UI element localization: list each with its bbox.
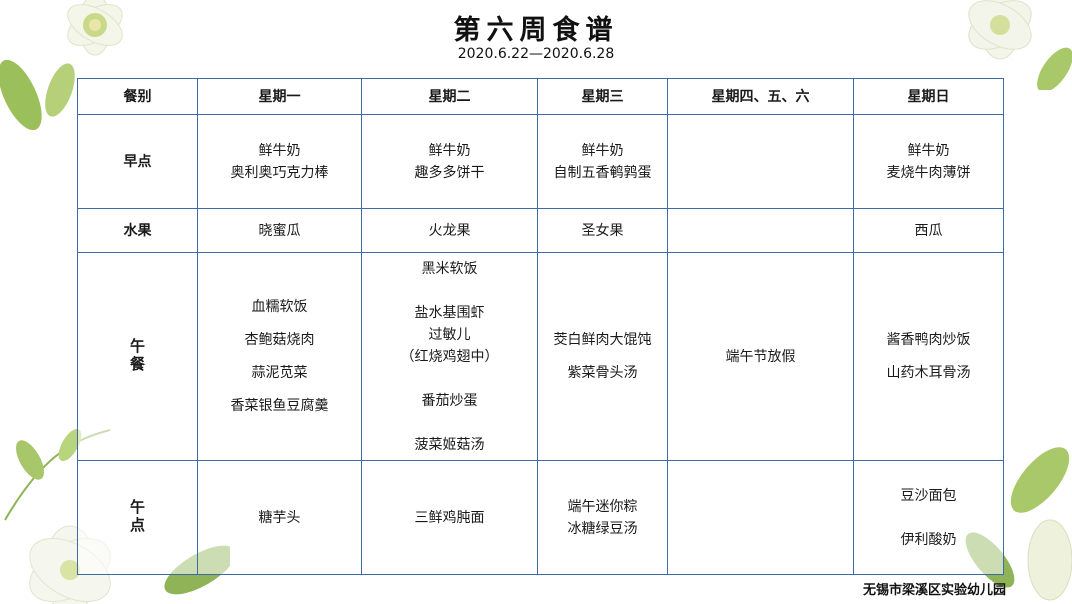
header-thu-fri-sat: 星期四、五、六 — [667, 78, 854, 115]
cell-thu-fri-sat — [667, 460, 854, 575]
meal-label: 水果 — [77, 208, 198, 253]
menu-item: 圣女果 — [581, 222, 624, 239]
page-title: 第六周食谱 — [453, 15, 619, 46]
menu-item: 奥利奥巧克力棒 — [230, 164, 329, 181]
cell-tuesday: 三鲜鸡肫面 — [361, 460, 538, 575]
menu-item: （红烧鸡翅中） — [400, 348, 499, 365]
meal-label-vertical: 午点 — [129, 498, 145, 534]
menu-item: 西瓜 — [914, 222, 943, 239]
menu-table: 餐别 星期一 星期二 星期三 星期四、五、六 星期日 早点 鲜牛奶 奥利奥巧克力… — [77, 78, 1004, 575]
cell-sunday: 豆沙面包 伊利酸奶 — [853, 460, 1004, 575]
school-name: 无锡市梁溪区实验幼儿园 — [862, 583, 1006, 598]
menu-item: 冰糖绿豆汤 — [567, 520, 638, 537]
menu-item: 晓蜜瓜 — [258, 222, 301, 239]
meal-label: 午餐 — [77, 252, 198, 461]
header-monday: 星期一 — [197, 78, 362, 115]
header-tuesday: 星期二 — [361, 78, 538, 115]
menu-item: 鲜牛奶 — [581, 142, 624, 159]
header-sunday: 星期日 — [853, 78, 1004, 115]
cell-wednesday: 茭白鲜肉大馄饨 紫菜骨头汤 — [537, 252, 668, 461]
date-range: 2020.6.22—2020.6.28 — [457, 46, 615, 62]
menu-item: 茭白鲜肉大馄饨 — [553, 332, 652, 348]
menu-item: 酱香鸭肉炒饭 — [886, 332, 971, 348]
cell-wednesday: 圣女果 — [537, 208, 668, 253]
header-row: 餐别 星期一 星期二 星期三 星期四、五、六 星期日 — [77, 78, 1004, 115]
menu-item: 鲜牛奶 — [258, 142, 301, 159]
menu-item: 番茄炒蛋 — [421, 392, 478, 409]
menu-item: 伊利酸奶 — [900, 531, 957, 548]
menu-item: 鲜牛奶 — [907, 142, 950, 159]
menu-item: 糖芋头 — [258, 509, 301, 526]
cell-tuesday: 火龙果 — [361, 208, 538, 253]
menu-item: 火龙果 — [428, 222, 471, 239]
menu-item: 血糯软饭 — [251, 299, 308, 315]
menu-item: 山药木耳骨汤 — [886, 365, 971, 381]
menu-item: 菠菜姬菇汤 — [414, 436, 485, 453]
menu-item: 鲜牛奶 — [428, 142, 471, 159]
cell-thu-fri-sat — [667, 208, 854, 253]
cell-sunday: 鲜牛奶 麦烧牛肉薄饼 — [853, 114, 1004, 209]
cell-sunday: 西瓜 — [853, 208, 1004, 253]
meal-label: 午点 — [77, 460, 198, 575]
holiday-note: 端午节放假 — [725, 348, 796, 365]
menu-item: 麦烧牛肉薄饼 — [886, 164, 971, 181]
row-lunch: 午餐 血糯软饭 杏鲍菇烧肉 蒜泥苋菜 香菜银鱼豆腐羹 黑米软饭 盐水基围虾 过敏… — [77, 252, 1004, 461]
meal-label: 早点 — [77, 114, 198, 209]
header-meal: 餐别 — [77, 78, 198, 115]
menu-item: 趣多多饼干 — [414, 164, 485, 181]
cell-tuesday: 黑米软饭 盐水基围虾 过敏儿 （红烧鸡翅中） 番茄炒蛋 菠菜姬菇汤 — [361, 252, 538, 461]
menu-item: 盐水基围虾 — [414, 304, 485, 321]
row-afternoon-snack: 午点 糖芋头 三鲜鸡肫面 端午迷你粽 冰糖绿豆汤 豆沙面包 伊利酸奶 — [77, 460, 1004, 575]
menu-item: 过敏儿 — [428, 326, 471, 343]
cell-thu-fri-sat: 端午节放假 — [667, 252, 854, 461]
cell-wednesday: 鲜牛奶 自制五香鹌鹑蛋 — [537, 114, 668, 209]
menu-item: 杏鲍菇烧肉 — [244, 332, 315, 348]
row-breakfast: 早点 鲜牛奶 奥利奥巧克力棒 鲜牛奶 趣多多饼干 鲜牛奶 自制五香鹌鹑蛋 鲜牛奶… — [77, 114, 1004, 209]
cell-tuesday: 鲜牛奶 趣多多饼干 — [361, 114, 538, 209]
menu-item: 三鲜鸡肫面 — [414, 509, 485, 526]
meal-label-vertical: 午餐 — [129, 337, 145, 373]
cell-monday: 血糯软饭 杏鲍菇烧肉 蒜泥苋菜 香菜银鱼豆腐羹 — [197, 252, 362, 461]
cell-wednesday: 端午迷你粽 冰糖绿豆汤 — [537, 460, 668, 575]
cell-monday: 晓蜜瓜 — [197, 208, 362, 253]
cell-monday: 糖芋头 — [197, 460, 362, 575]
cell-thu-fri-sat — [667, 114, 854, 209]
header-wednesday: 星期三 — [537, 78, 668, 115]
menu-item: 端午迷你粽 — [567, 498, 638, 515]
menu-item: 自制五香鹌鹑蛋 — [553, 164, 652, 181]
menu-item: 香菜银鱼豆腐羹 — [230, 398, 329, 414]
row-fruit: 水果 晓蜜瓜 火龙果 圣女果 西瓜 — [77, 208, 1004, 253]
menu-item: 黑米软饭 — [421, 260, 478, 277]
cell-sunday: 酱香鸭肉炒饭 山药木耳骨汤 — [853, 252, 1004, 461]
menu-item: 豆沙面包 — [900, 487, 957, 504]
cell-monday: 鲜牛奶 奥利奥巧克力棒 — [197, 114, 362, 209]
menu-item: 蒜泥苋菜 — [251, 365, 308, 381]
menu-item: 紫菜骨头汤 — [567, 365, 638, 381]
